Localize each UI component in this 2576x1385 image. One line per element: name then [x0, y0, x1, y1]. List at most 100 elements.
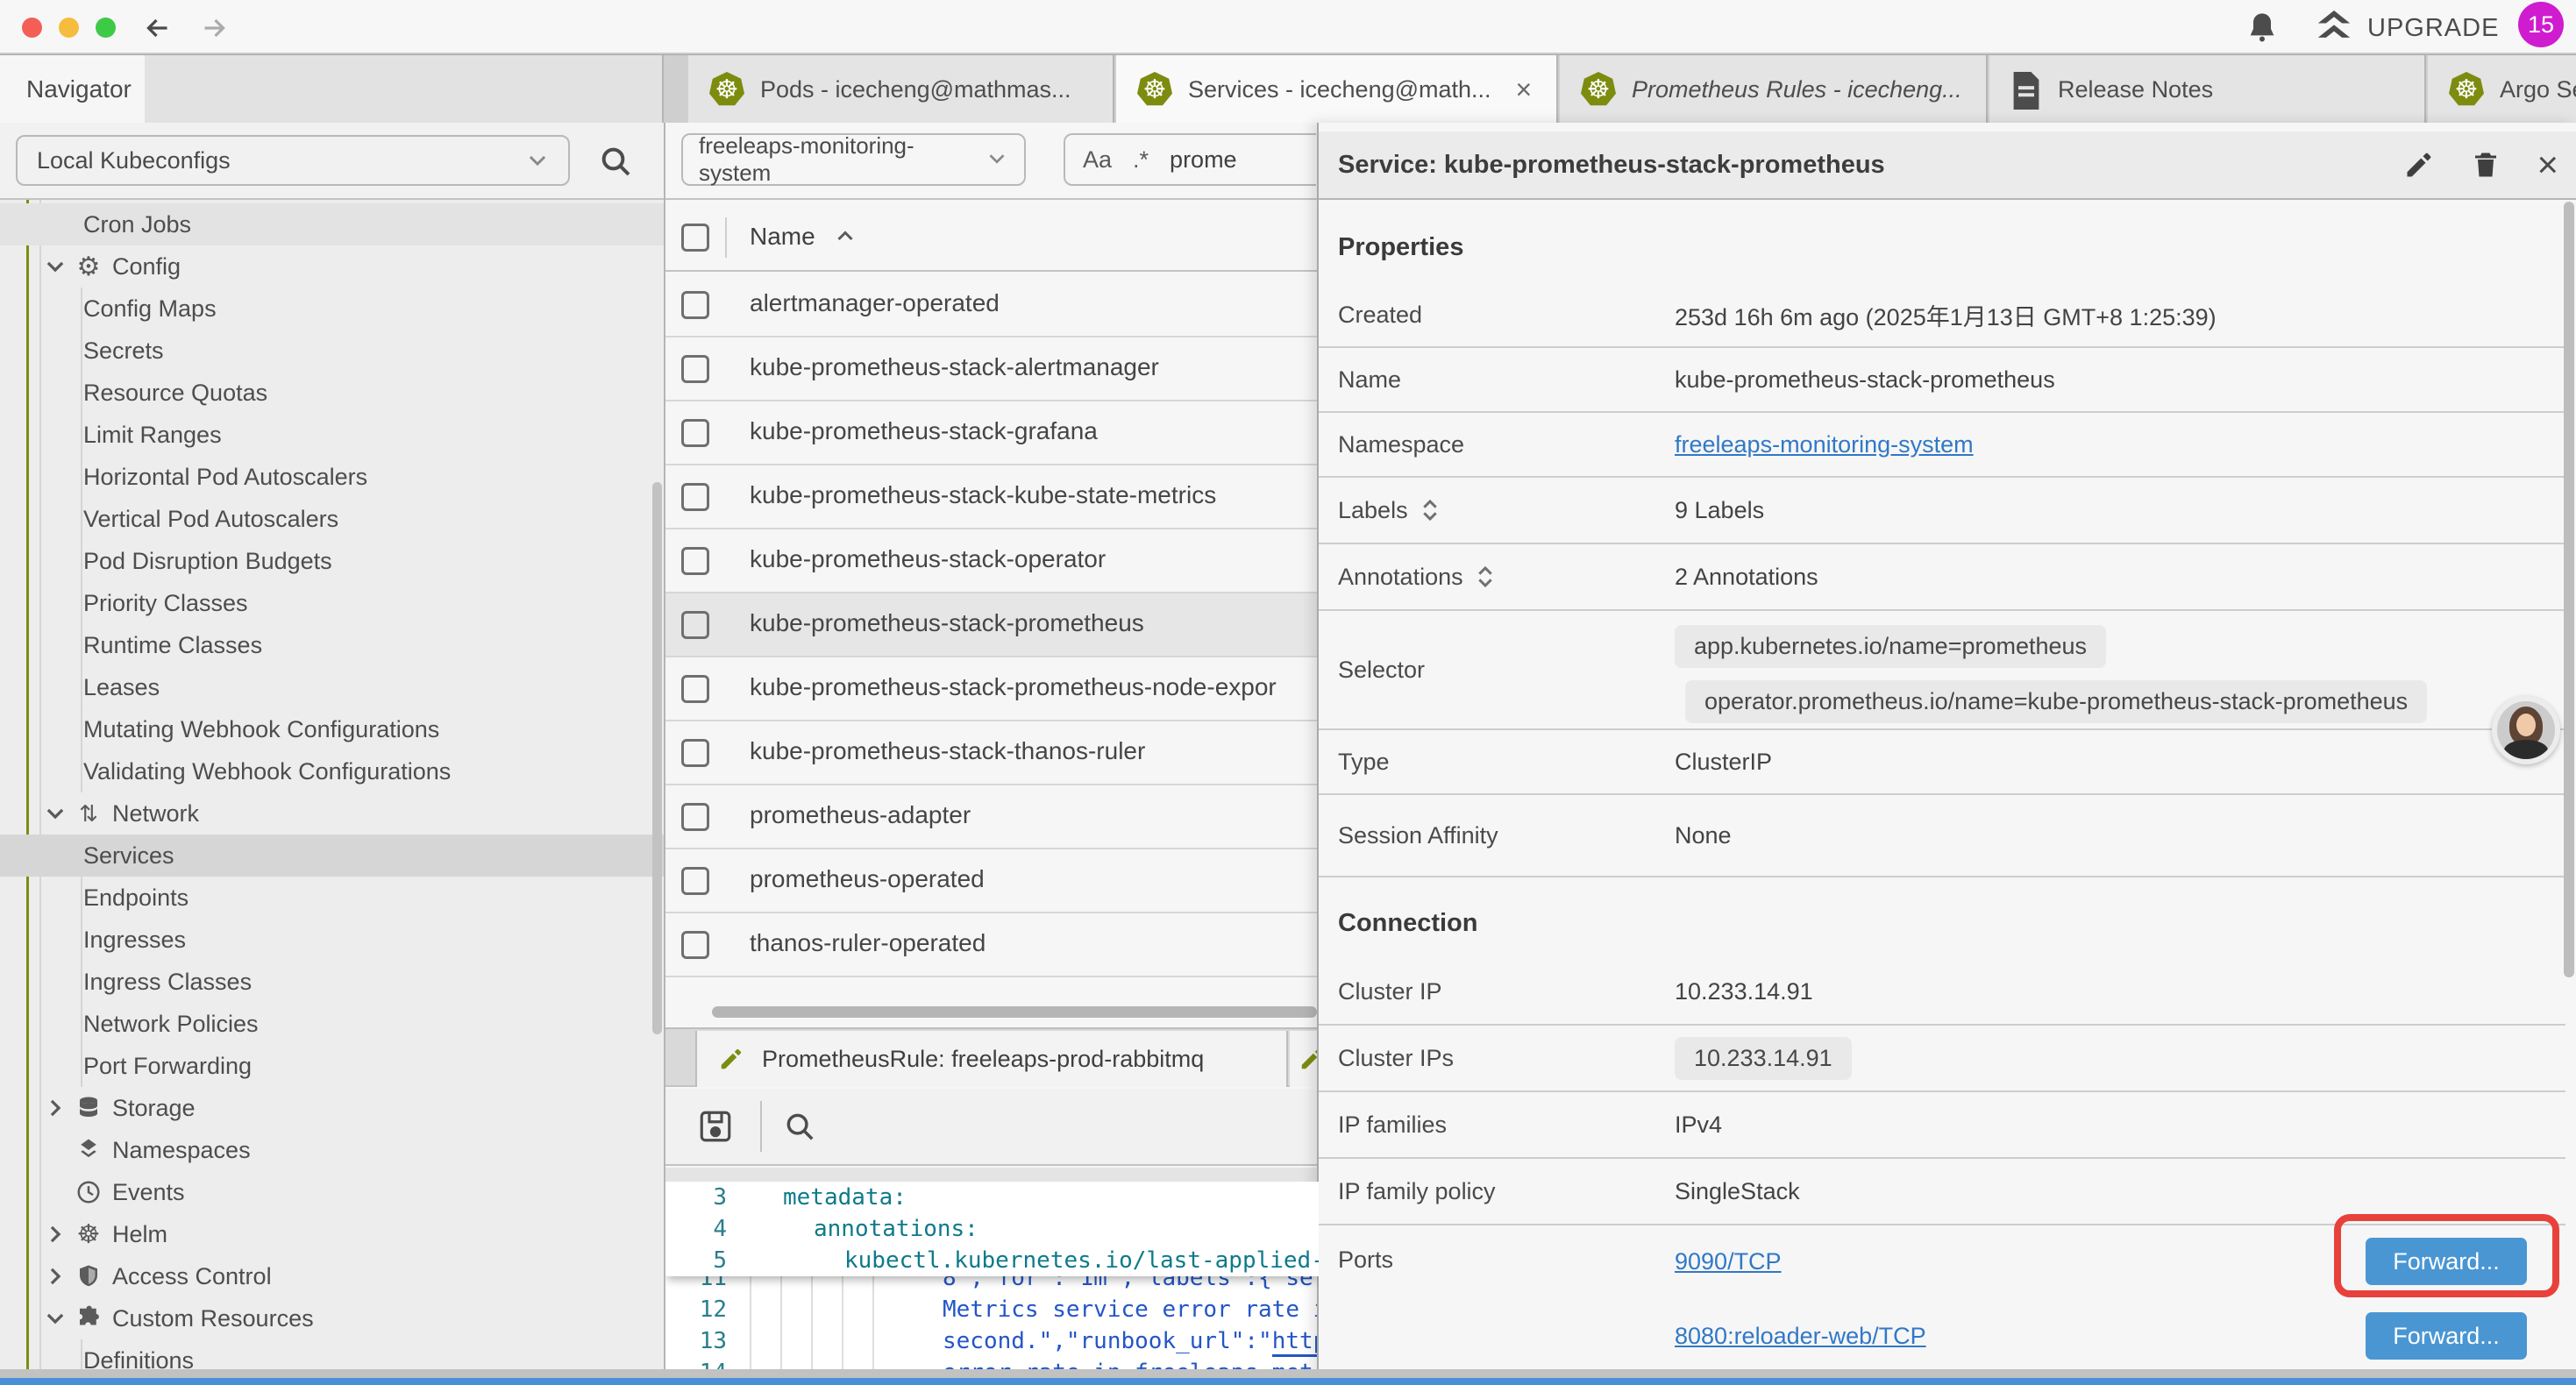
- sidebar-item-config-maps[interactable]: Config Maps: [0, 288, 664, 330]
- chevron-right-icon[interactable]: [44, 1097, 67, 1119]
- table-row[interactable]: prometheus-adapter: [665, 785, 1319, 849]
- sidebar-item-helm[interactable]: ☸ Helm: [0, 1213, 664, 1255]
- table-row[interactable]: kube-prometheus-stack-grafana: [665, 401, 1319, 465]
- close-tab-icon[interactable]: ×: [1516, 74, 1533, 106]
- code-link[interactable]: https://net: [1272, 1328, 1319, 1357]
- window-zoom-button[interactable]: [96, 18, 116, 38]
- row-checkbox[interactable]: [681, 931, 709, 959]
- sidebar-item-custom-resources[interactable]: Custom Resources: [0, 1297, 664, 1339]
- match-case-toggle[interactable]: Aa: [1083, 146, 1112, 174]
- sidebar-item-events[interactable]: Events: [0, 1171, 664, 1213]
- sidebar-scrollbar[interactable]: [652, 482, 662, 1034]
- table-row[interactable]: alertmanager-operated: [665, 273, 1319, 337]
- tab-release-notes[interactable]: Release Notes: [1989, 55, 2426, 124]
- selector-chip[interactable]: operator.prometheus.io/name=kube-prometh…: [1685, 680, 2427, 723]
- sidebar-item-ingress-classes[interactable]: Ingress Classes: [0, 961, 664, 1003]
- save-icon[interactable]: [697, 1108, 734, 1145]
- editor-tab-partial[interactable]: [1290, 1031, 1319, 1087]
- chevron-down-icon[interactable]: [44, 802, 67, 825]
- table-row[interactable]: kube-prometheus-stack-kube-state-metrics: [665, 465, 1319, 529]
- sidebar-item-resource-quotas[interactable]: Resource Quotas: [0, 372, 664, 414]
- table-row[interactable]: thanos-ruler-operated: [665, 913, 1319, 977]
- sidebar-item-runtime-classes[interactable]: Runtime Classes: [0, 624, 664, 666]
- table-row[interactable]: kube-prometheus-stack-alertmanager: [665, 337, 1319, 401]
- table-row[interactable]: kube-prometheus-stack-operator: [665, 529, 1319, 593]
- row-checkbox[interactable]: [681, 803, 709, 831]
- search-icon[interactable]: [783, 1110, 816, 1143]
- horizontal-scrollbar[interactable]: [712, 1006, 1317, 1018]
- notification-count-badge[interactable]: 15: [2518, 2, 2564, 47]
- sidebar-item-network-policies[interactable]: Network Policies: [0, 1003, 664, 1045]
- table-row[interactable]: kube-prometheus-stack-thanos-ruler: [665, 721, 1319, 785]
- select-all-checkbox[interactable]: [681, 224, 709, 252]
- window-close-button[interactable]: [22, 18, 42, 38]
- editor-tab-prometheusrule[interactable]: PrometheusRule: freeleaps-prod-rabbitmq: [695, 1031, 1288, 1087]
- sidebar-item-priority-classes[interactable]: Priority Classes: [0, 582, 664, 624]
- row-checkbox[interactable]: [681, 611, 709, 639]
- namespace-dropdown[interactable]: freeleaps-monitoring-system: [681, 133, 1026, 186]
- list-search-input[interactable]: Aa .* prome: [1064, 133, 1316, 186]
- table-row[interactable]: kube-prometheus-stack-prometheus-node-ex…: [665, 657, 1319, 721]
- notifications-bell-icon[interactable]: [2245, 11, 2280, 46]
- expand-toggle-icon[interactable]: [1420, 497, 1440, 523]
- row-checkbox[interactable]: [681, 547, 709, 575]
- chevron-down-icon[interactable]: [44, 1307, 67, 1330]
- chevron-right-icon[interactable]: [44, 1265, 67, 1288]
- forward-button-8080[interactable]: Forward...: [2366, 1312, 2527, 1360]
- sidebar-item-horizontal-pod-autoscalers[interactable]: Horizontal Pod Autoscalers: [0, 456, 664, 498]
- port-link-8080[interactable]: 8080:reloader-web/TCP: [1675, 1323, 1926, 1350]
- regex-toggle[interactable]: .*: [1133, 146, 1149, 174]
- delete-trash-icon[interactable]: [2470, 149, 2501, 181]
- sidebar-item-services[interactable]: Services: [0, 835, 664, 877]
- row-checkbox[interactable]: [681, 483, 709, 511]
- sidebar-item-storage[interactable]: Storage: [0, 1087, 664, 1129]
- back-arrow-icon[interactable]: [139, 9, 177, 47]
- edit-pencil-icon[interactable]: [2403, 149, 2435, 181]
- search-icon[interactable]: [598, 144, 633, 179]
- sidebar-item-leases[interactable]: Leases: [0, 666, 664, 708]
- avatar[interactable]: [2492, 696, 2560, 764]
- sidebar-item-limit-ranges[interactable]: Limit Ranges: [0, 414, 664, 456]
- sidebar-item-mutating-webhook-configurations[interactable]: Mutating Webhook Configurations: [0, 708, 664, 750]
- row-checkbox[interactable]: [681, 739, 709, 767]
- forward-arrow-icon[interactable]: [195, 9, 233, 47]
- row-checkbox[interactable]: [681, 867, 709, 895]
- tab-argo[interactable]: ☸ Argo Se: [2428, 55, 2576, 124]
- kubeconfig-dropdown[interactable]: Local Kubeconfigs: [16, 135, 570, 186]
- expand-toggle-icon[interactable]: [1476, 564, 1495, 590]
- namespace-link[interactable]: freeleaps-monitoring-system: [1675, 431, 1974, 458]
- table-row-selected[interactable]: kube-prometheus-stack-prometheus: [665, 593, 1319, 657]
- sidebar-item-cron-jobs[interactable]: Cron Jobs: [0, 203, 664, 245]
- table-row[interactable]: prometheus-operated: [665, 849, 1319, 913]
- name-column-header[interactable]: Name: [750, 223, 856, 251]
- sidebar-item-vertical-pod-autoscalers[interactable]: Vertical Pod Autoscalers: [0, 498, 664, 540]
- window-minimize-button[interactable]: [59, 18, 79, 38]
- tab-services[interactable]: ☸ Services - icecheng@math... ×: [1116, 55, 1558, 124]
- upgrade-button[interactable]: UPGRADE: [2315, 11, 2499, 46]
- sidebar-item-access-control[interactable]: Access Control: [0, 1255, 664, 1297]
- tab-navigator[interactable]: Navigator: [0, 55, 145, 124]
- cluster-ip-chip[interactable]: 10.233.14.91: [1675, 1037, 1852, 1080]
- sidebar-item-secrets[interactable]: Secrets: [0, 330, 664, 372]
- close-icon[interactable]: ×: [2537, 146, 2558, 183]
- sidebar-item-validating-webhook-configurations[interactable]: Validating Webhook Configurations: [0, 750, 664, 792]
- sidebar-item-namespaces[interactable]: Namespaces: [0, 1129, 664, 1171]
- sidebar-item-ingresses[interactable]: Ingresses: [0, 919, 664, 961]
- sidebar-item-network[interactable]: ⇅ Network: [0, 792, 664, 835]
- sidebar-item-config[interactable]: ⚙ Config: [0, 245, 664, 288]
- yaml-editor[interactable]: 3metadata: 4annotations: 5kubectl.kubern…: [665, 1182, 1319, 1369]
- row-checkbox[interactable]: [681, 675, 709, 703]
- tab-pods[interactable]: ☸ Pods - icecheng@mathmas...: [688, 55, 1114, 124]
- row-checkbox[interactable]: [681, 291, 709, 319]
- row-checkbox[interactable]: [681, 355, 709, 383]
- chevron-right-icon[interactable]: [44, 1223, 67, 1246]
- sidebar-item-endpoints[interactable]: Endpoints: [0, 877, 664, 919]
- sidebar-item-port-forwarding[interactable]: Port Forwarding: [0, 1045, 664, 1087]
- row-checkbox[interactable]: [681, 419, 709, 447]
- detail-scrollbar[interactable]: [2564, 202, 2574, 977]
- sidebar-item-pod-disruption-budgets[interactable]: Pod Disruption Budgets: [0, 540, 664, 582]
- forward-button-9090[interactable]: Forward...: [2366, 1238, 2527, 1285]
- tab-prometheus-rules[interactable]: ☸ Prometheus Rules - icecheng...: [1560, 55, 1988, 124]
- selector-chip[interactable]: app.kubernetes.io/name=prometheus: [1675, 625, 2106, 668]
- chevron-down-icon[interactable]: [44, 255, 67, 278]
